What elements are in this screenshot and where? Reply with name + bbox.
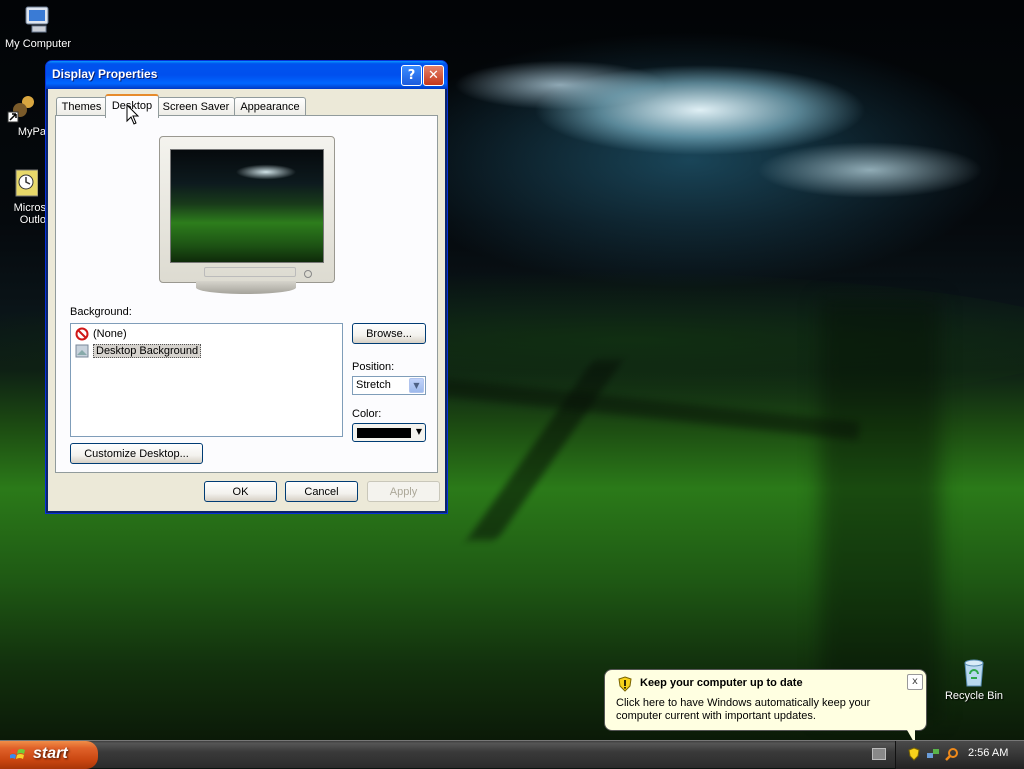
desktop-icon-recycle-bin[interactable]: Recycle Bin [936,656,1012,702]
background-label: Background: [70,306,132,318]
shortcut-folder-icon [7,96,34,123]
tab-appearance[interactable]: Appearance [234,97,306,116]
outlook-clock-icon [15,169,38,197]
power-led-icon [304,270,312,278]
cancel-button[interactable]: Cancel [285,481,358,502]
dialog-title: Display Properties [52,67,158,81]
dialog-title-bar[interactable]: Display Properties ? ✕ [46,61,447,89]
display-properties-dialog: Display Properties ? ✕ Themes Desktop Sc… [45,60,448,514]
balloon-message: Click here to have Windows automatically… [616,697,871,722]
desktop-icon-my-computer[interactable]: My Computer [0,4,76,50]
position-label: Position: [352,361,395,373]
dropdown-arrow-icon: ▼ [415,427,422,436]
customize-desktop-button[interactable]: Customize Desktop... [70,443,203,464]
color-label: Color: [352,408,382,420]
chevron-down-icon[interactable]: ▼ [409,378,424,393]
tab-themes[interactable]: Themes [56,97,107,116]
balloon-title: Keep your computer up to date [640,677,803,689]
apply-button[interactable]: Apply [367,481,440,502]
list-item[interactable]: Desktop Background [75,343,202,359]
monitor-stand [196,281,296,294]
search-icon[interactable] [945,747,959,761]
dialog-client-area: Themes Desktop Screen Saver Appearance B… [49,89,442,509]
windows-logo-icon [10,749,25,759]
list-item-label: Desktop Background [93,344,202,358]
background-list[interactable]: (None) Desktop Background [70,323,343,437]
desktop-tab-panel: Background: (None) Desktop Background Br… [55,115,438,473]
keyboard-icon[interactable] [872,748,886,760]
system-tray: 2:56 AM [895,741,1024,769]
taskbar: start 2:56 AM [0,740,1024,769]
start-button[interactable]: start [0,741,98,769]
recycle-bin-icon [964,659,984,687]
network-icon[interactable] [926,747,940,761]
list-item[interactable]: (None) [75,326,127,342]
mouse-pointer-icon [126,104,140,125]
desktop-icon-label: My Computer [4,38,72,50]
security-alert-icon[interactable] [907,747,921,761]
start-label: start [33,745,68,762]
browse-button[interactable]: Browse... [352,323,426,344]
clock[interactable]: 2:56 AM [968,747,1008,759]
close-button[interactable]: ✕ [423,65,444,86]
security-shield-icon [618,676,632,692]
update-notification-balloon[interactable]: Keep your computer up to date x Click he… [604,669,927,744]
balloon-close-button[interactable]: x [907,674,923,690]
list-item-label: (None) [93,328,127,340]
none-icon [75,327,89,341]
position-value: Stretch [356,379,391,391]
my-computer-icon [25,6,49,33]
position-select[interactable]: Stretch ▼ [352,376,426,395]
desktop-icon-label: Recycle Bin [944,690,1004,702]
preview-screen [170,149,324,263]
monitor-preview [159,136,335,283]
color-swatch [357,428,411,438]
tab-screen-saver[interactable]: Screen Saver [157,97,235,116]
image-file-icon [75,344,89,358]
color-picker-button[interactable]: ▼ [352,423,426,442]
help-button[interactable]: ? [401,65,422,86]
ok-button[interactable]: OK [204,481,277,502]
